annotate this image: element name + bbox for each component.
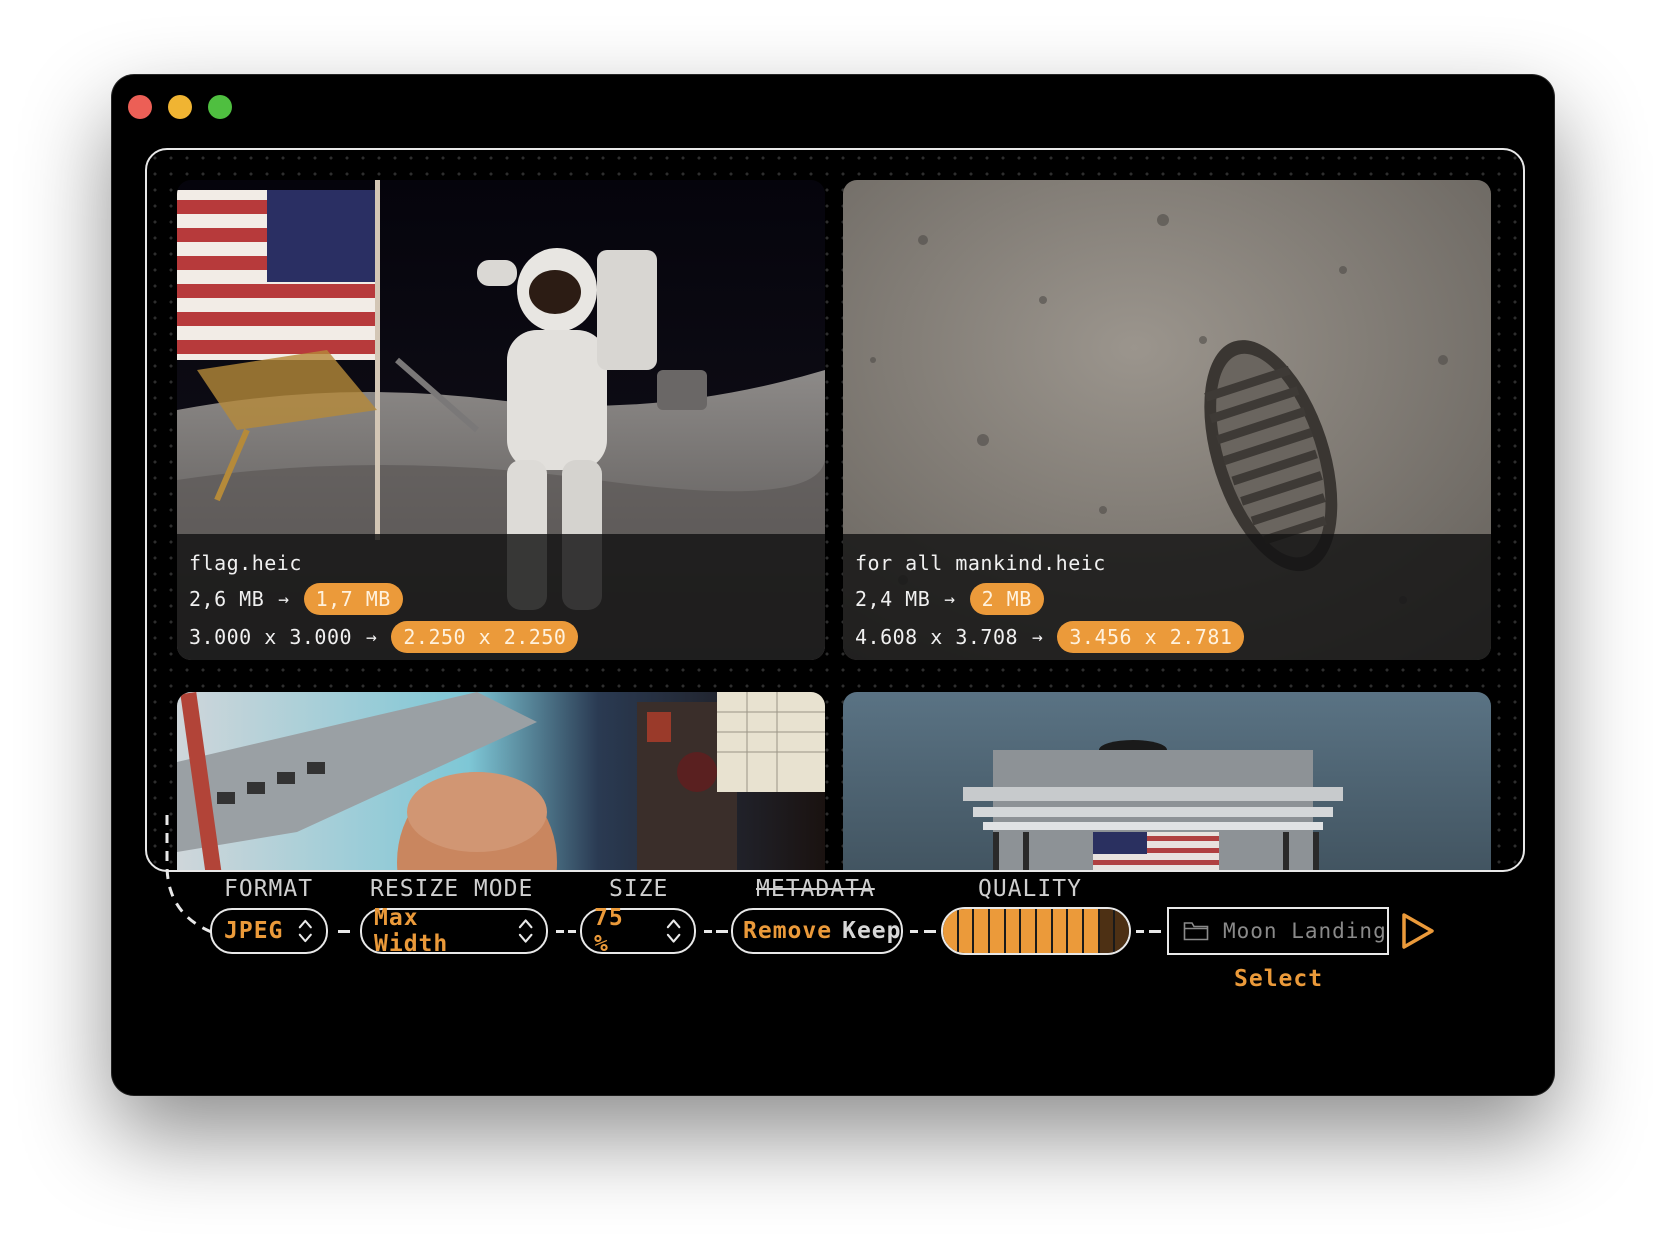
- image-card[interactable]: [843, 692, 1491, 870]
- format-value: JPEG: [224, 918, 284, 944]
- resize-mode-value: Max Width: [374, 905, 449, 957]
- metadata-label: METADATA: [756, 876, 875, 902]
- image-card[interactable]: flag.heic 2,6 MB → 1,7 MB 3.000 x 3.000 …: [177, 180, 825, 660]
- flow-dash: [1149, 930, 1161, 933]
- dimensions-row: 3.000 x 3.000 → 2.250 x 2.250: [189, 618, 813, 656]
- resize-mode-label: RESIZE MODE: [370, 876, 534, 902]
- flow-dash: [924, 930, 936, 933]
- quality-segment[interactable]: [974, 909, 991, 953]
- close-window-button[interactable]: [128, 95, 152, 119]
- image-info-overlay: flag.heic 2,6 MB → 1,7 MB 3.000 x 3.000 …: [177, 534, 825, 660]
- quality-segment[interactable]: [1068, 909, 1085, 953]
- arrow-right-icon: →: [366, 626, 378, 648]
- original-dimensions: 3.000 x 3.000: [189, 625, 353, 649]
- format-select[interactable]: JPEG: [210, 908, 328, 954]
- flow-dash: [716, 930, 728, 933]
- zoom-window-button[interactable]: [208, 95, 232, 119]
- original-size: 2,6 MB: [189, 587, 265, 611]
- app-window: flag.heic 2,6 MB → 1,7 MB 3.000 x 3.000 …: [112, 75, 1554, 1095]
- output-folder-field[interactable]: Moon Landing: [1167, 907, 1389, 955]
- play-icon[interactable]: [1400, 911, 1436, 951]
- size-stepper[interactable]: 75 %: [580, 905, 696, 957]
- dimensions-row: 4.608 x 3.708 → 3.456 x 2.781: [855, 618, 1479, 656]
- file-size-row: 2,4 MB → 2 MB: [855, 580, 1479, 618]
- flow-dash: [556, 930, 564, 933]
- original-dimensions: 4.608 x 3.708: [855, 625, 1019, 649]
- size-value: 75 %: [594, 905, 624, 957]
- arrow-right-icon: →: [278, 588, 290, 610]
- quality-segment[interactable]: [1037, 909, 1053, 953]
- image-drop-zone[interactable]: flag.heic 2,6 MB → 1,7 MB 3.000 x 3.000 …: [145, 148, 1525, 872]
- stepper-icon: [666, 919, 681, 943]
- folder-icon: [1183, 922, 1209, 941]
- resize-mode-select[interactable]: Max Width: [360, 905, 548, 957]
- image-card[interactable]: [177, 692, 825, 870]
- metadata-keep-option[interactable]: Keep: [842, 918, 901, 944]
- traffic-lights: [128, 95, 232, 119]
- metadata-toggle[interactable]: Remove Keep: [731, 908, 903, 954]
- arrow-right-icon: →: [944, 588, 956, 610]
- stepper-icon: [299, 919, 313, 943]
- quality-segment[interactable]: [1084, 909, 1100, 953]
- quality-segment[interactable]: [943, 909, 959, 953]
- resized-dimensions-badge: 3.456 x 2.781: [1057, 621, 1245, 653]
- compressed-size-badge: 1,7 MB: [303, 583, 403, 615]
- size-label: SIZE: [609, 876, 669, 902]
- image-thumbnail: [843, 692, 1491, 870]
- original-size: 2,4 MB: [855, 587, 931, 611]
- output-folder-placeholder: Moon Landing: [1223, 919, 1387, 943]
- image-thumbnail: [177, 692, 825, 870]
- minimize-window-button[interactable]: [168, 95, 192, 119]
- quality-label: QUALITY: [978, 876, 1082, 902]
- file-size-row: 2,6 MB → 1,7 MB: [189, 580, 813, 618]
- quality-segment[interactable]: [990, 909, 1006, 953]
- resized-dimensions-badge: 2.250 x 2.250: [391, 621, 579, 653]
- compressed-size-badge: 2 MB: [969, 583, 1044, 615]
- flow-dash: [1136, 930, 1144, 933]
- quality-segment[interactable]: [1021, 909, 1038, 953]
- image-info-overlay: for all mankind.heic 2,4 MB → 2 MB 4.608…: [843, 534, 1491, 660]
- image-card[interactable]: for all mankind.heic 2,4 MB → 2 MB 4.608…: [843, 180, 1491, 660]
- quality-segment[interactable]: [1005, 909, 1022, 953]
- metadata-remove-option[interactable]: Remove: [743, 918, 832, 944]
- stepper-icon: [518, 919, 533, 943]
- flow-dash: [568, 930, 576, 933]
- image-filename: for all mankind.heic: [855, 551, 1106, 575]
- quality-segment[interactable]: [1052, 909, 1069, 953]
- arrow-right-icon: →: [1032, 626, 1044, 648]
- image-filename: flag.heic: [189, 551, 302, 575]
- quality-segment[interactable]: [1099, 909, 1116, 953]
- quality-slider[interactable]: [941, 907, 1131, 955]
- quality-segment[interactable]: [958, 909, 975, 953]
- flow-dash: [910, 930, 918, 933]
- quality-segment[interactable]: [1115, 909, 1129, 953]
- format-label: FORMAT: [224, 876, 314, 902]
- select-folder-button[interactable]: Select: [1234, 966, 1323, 992]
- flow-dash: [704, 930, 712, 933]
- flow-dash: [338, 930, 350, 933]
